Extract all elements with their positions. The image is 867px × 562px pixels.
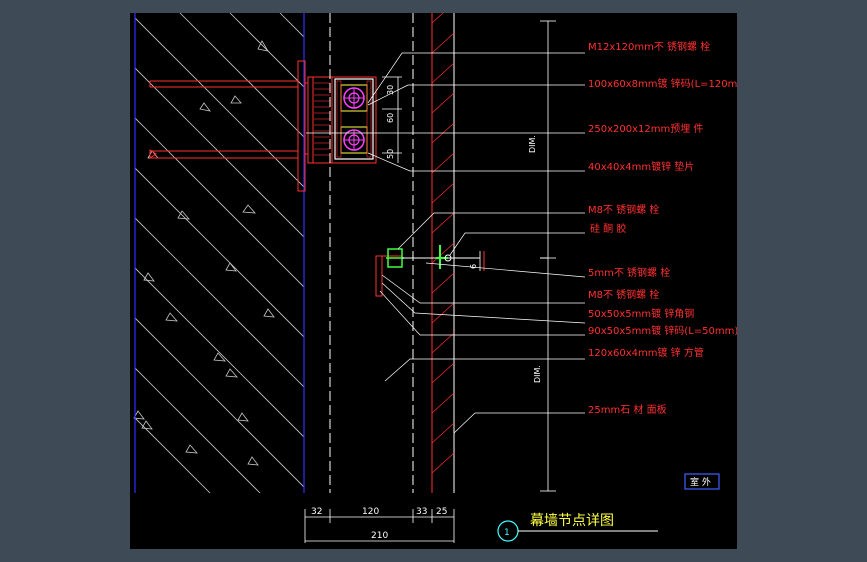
outdoor-badge: 室 外 — [690, 476, 711, 488]
dim-text-lower: DIM. — [533, 365, 542, 383]
dim-vertical-3: 50 — [386, 149, 395, 159]
callout-2: 100x60x8mm镀 锌码(L=120mm) — [588, 77, 737, 90]
dim-33: 33 — [416, 507, 427, 517]
callout-4: 40x40x4mm镀锌 垫片 — [588, 160, 694, 173]
bracket-hatch — [314, 82, 330, 156]
callout-7: 5mm不 锈钢螺 栓 — [588, 266, 670, 279]
drawing-title: 幕墙节点详图 — [530, 513, 614, 529]
dim-total: 210 — [371, 531, 388, 541]
dim-120: 120 — [362, 507, 379, 517]
dim-vertical-2: 60 — [386, 113, 395, 123]
dim-25: 25 — [436, 507, 447, 517]
callout-10: 90x50x5mm镀 锌码(L=50mm) — [588, 324, 737, 337]
stone-panel — [431, 13, 455, 474]
callout-6: 硅 酮 胶 — [590, 222, 626, 235]
embed-plate-assembly — [149, 60, 377, 192]
lower-fixing — [375, 245, 548, 297]
dim-lines — [382, 20, 556, 492]
callout-3: 250x200x12mm预埋 件 — [588, 123, 703, 135]
callout-8: M8不 锈钢螺 栓 — [588, 288, 659, 301]
callout-12: 25mm石 材 面板 — [588, 403, 667, 416]
steel-tube — [334, 78, 374, 160]
curtain-wall-detail-drawing: DIM. DIM. 30 60 50 6 32 120 33 25 210 M1… — [133, 13, 737, 543]
detail-number: 1 — [504, 528, 510, 538]
callout-11: 120x60x4mm镀 锌 方管 — [588, 346, 704, 359]
dim-text-upper: DIM. — [528, 135, 537, 153]
dim-small: 6 — [469, 264, 478, 269]
leader-lines — [306, 52, 586, 434]
aggregate-marks — [133, 40, 275, 466]
dim-32: 32 — [311, 507, 322, 517]
drawing-canvas: DIM. DIM. 30 60 50 6 32 120 33 25 210 M1… — [130, 13, 737, 549]
callout-1: M12x120mm不 锈钢螺 栓 — [588, 40, 710, 53]
callout-5: M8不 锈钢螺 栓 — [588, 203, 659, 216]
callout-9: 50x50x5mm镀 锌角钢 — [588, 307, 694, 320]
